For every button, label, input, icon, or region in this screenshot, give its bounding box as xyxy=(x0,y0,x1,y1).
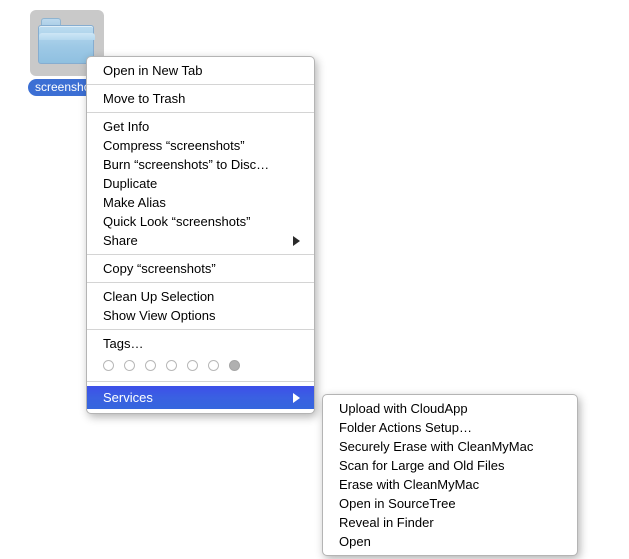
submenu-item-label: Open in SourceTree xyxy=(339,496,456,511)
menu-item-burn-screenshots-to-disc[interactable]: Burn “screenshots” to Disc… xyxy=(87,155,314,174)
menu-item-label: Compress “screenshots” xyxy=(103,138,245,153)
context-menu: Open in New Tab Move to Trash Get Info Comp… xyxy=(86,56,315,414)
submenu-item-label: Upload with CloudApp xyxy=(339,401,468,416)
menu-item-label: Duplicate xyxy=(103,176,158,191)
submenu-item-label: Folder Actions Setup… xyxy=(339,420,472,435)
submenu-arrow-icon xyxy=(293,235,300,246)
menu-item-label: Tags… xyxy=(103,336,144,351)
menu-item-show-view-options[interactable]: Show View Options xyxy=(87,306,314,325)
menu-item-open-in-new-tab[interactable]: Open in New Tab xyxy=(87,61,314,80)
submenu-item-scan-for-large-and-old-files[interactable]: Scan for Large and Old Files xyxy=(323,456,577,475)
tag-dot-1[interactable] xyxy=(103,359,114,371)
folder-icon-flap xyxy=(39,33,95,40)
menu-item-tags[interactable]: Tags… xyxy=(87,334,314,353)
menu-item-label: Show View Options xyxy=(103,308,216,323)
menu-item-services[interactable]: Services xyxy=(87,386,314,409)
tag-dot-5[interactable] xyxy=(187,359,198,371)
menu-separator xyxy=(87,282,314,283)
submenu-item-label: Scan for Large and Old Files xyxy=(339,458,505,473)
tag-dot-3[interactable] xyxy=(145,359,156,371)
submenu-item-upload-with-cloudapp[interactable]: Upload with CloudApp xyxy=(323,399,577,418)
tag-color-row xyxy=(87,353,314,377)
menu-separator xyxy=(87,254,314,255)
menu-item-label: Burn “screenshots” to Disc… xyxy=(103,157,270,172)
menu-item-label: Quick Look “screenshots” xyxy=(103,214,251,229)
menu-item-label: Share xyxy=(103,233,138,248)
menu-separator xyxy=(87,329,314,330)
services-submenu: Upload with CloudApp Folder Actions Setup… xyxy=(322,394,578,556)
submenu-item-erase-with-cleanmymac[interactable]: Erase with CleanMyMac xyxy=(323,475,577,494)
tag-dot-2[interactable] xyxy=(124,359,135,371)
menu-item-label: Move to Trash xyxy=(103,91,186,106)
menu-item-label: Services xyxy=(103,390,153,405)
submenu-arrow-icon xyxy=(293,392,300,403)
submenu-item-label: Reveal in Finder xyxy=(339,515,434,530)
menu-item-copy-screenshots[interactable]: Copy “screenshots” xyxy=(87,259,314,278)
menu-item-quick-look-screenshots[interactable]: Quick Look “screenshots” xyxy=(87,212,314,231)
menu-item-duplicate[interactable]: Duplicate xyxy=(87,174,314,193)
menu-item-label: Open in New Tab xyxy=(103,63,203,78)
menu-item-get-info[interactable]: Get Info xyxy=(87,117,314,136)
menu-item-move-to-trash[interactable]: Move to Trash xyxy=(87,89,314,108)
menu-item-clean-up-selection[interactable]: Clean Up Selection xyxy=(87,287,314,306)
tag-dot-6[interactable] xyxy=(208,359,219,371)
menu-item-label: Get Info xyxy=(103,119,150,134)
submenu-item-label: Open xyxy=(339,534,371,549)
menu-separator xyxy=(87,381,314,382)
menu-item-label: Copy “screenshots” xyxy=(103,261,216,276)
tag-dot-7[interactable] xyxy=(229,359,240,371)
submenu-item-folder-actions-setup[interactable]: Folder Actions Setup… xyxy=(323,418,577,437)
menu-item-share[interactable]: Share xyxy=(87,231,314,250)
menu-separator xyxy=(87,112,314,113)
submenu-item-label: Erase with CleanMyMac xyxy=(339,477,480,492)
submenu-item-securely-erase-with-cleanmymac[interactable]: Securely Erase with CleanMyMac xyxy=(323,437,577,456)
menu-item-label: Make Alias xyxy=(103,195,166,210)
menu-item-label: Clean Up Selection xyxy=(103,289,215,304)
submenu-item-open[interactable]: Open xyxy=(323,532,577,551)
menu-item-make-alias[interactable]: Make Alias xyxy=(87,193,314,212)
tag-dot-4[interactable] xyxy=(166,359,177,371)
submenu-item-label: Securely Erase with CleanMyMac xyxy=(339,439,534,454)
submenu-item-open-in-sourcetree[interactable]: Open in SourceTree xyxy=(323,494,577,513)
menu-separator xyxy=(87,84,314,85)
menu-item-compress-screenshots[interactable]: Compress “screenshots” xyxy=(87,136,314,155)
submenu-item-reveal-in-finder[interactable]: Reveal in Finder xyxy=(323,513,577,532)
